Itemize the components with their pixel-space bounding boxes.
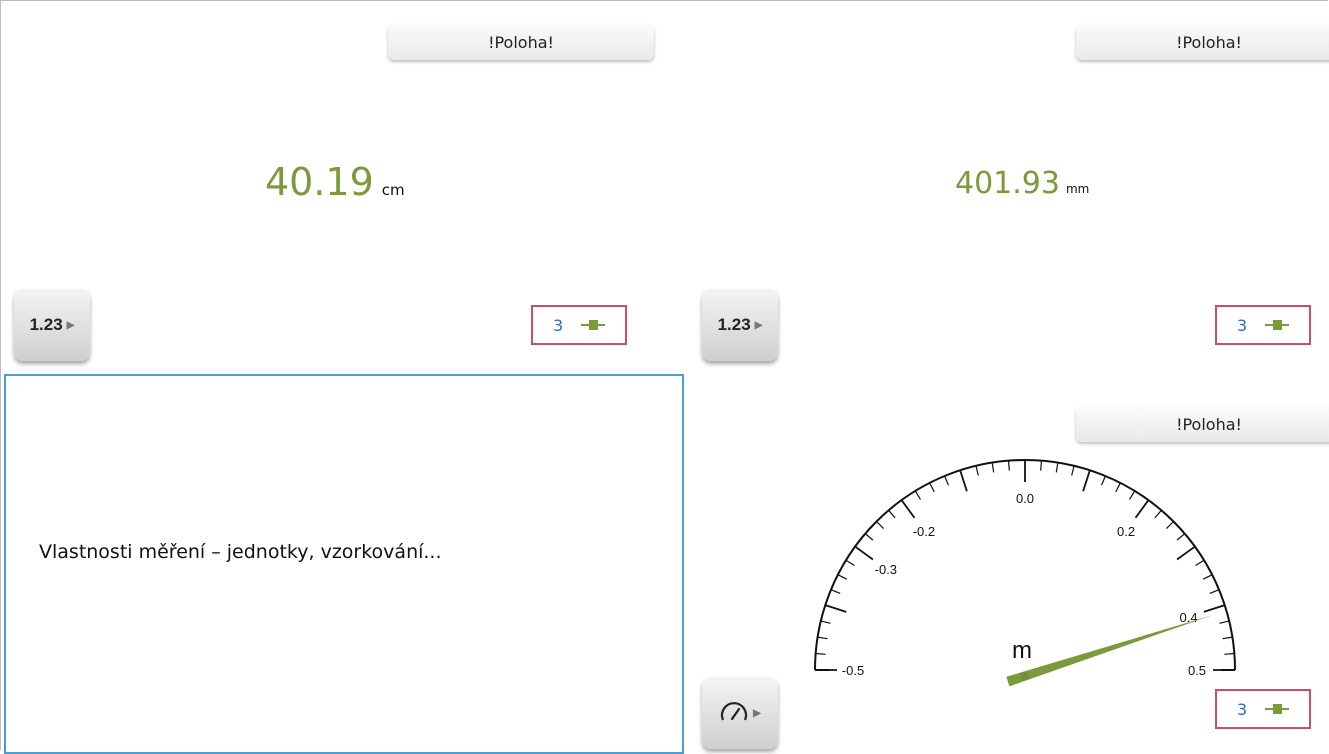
gauge-tick [830, 589, 841, 595]
panel2-value: 401.93 [955, 166, 1060, 201]
gauge-tick [1176, 533, 1186, 541]
triangle-right-icon: ▶ [66, 319, 75, 331]
analog-gauge: -0.5 -0.3 -0.2 0.0 0.2 0.4 0.5 m [814, 459, 1236, 687]
gauge-tick [845, 559, 855, 567]
gauge-tick [975, 465, 979, 476]
measurement-properties-panel[interactable]: Vlastnosti měření – jednotky, vzorkování… [4, 374, 684, 754]
gauge-needle [1006, 614, 1214, 687]
gauge-tick [914, 490, 922, 500]
panel2-unit: mm [1065, 182, 1090, 196]
gauge-hub [1021, 672, 1029, 680]
tick-label: 0.0 [1016, 491, 1034, 506]
gauge-title-button[interactable]: !Poloha! [1076, 406, 1329, 442]
gauge-tick [820, 620, 831, 624]
gauge-tick [929, 482, 935, 493]
panel1-unit: cm [381, 181, 405, 199]
gauge-tick [1202, 574, 1213, 580]
gauge-tick [854, 545, 874, 561]
gauge-tick [1040, 460, 1043, 471]
triangle-right-icon: ▶ [753, 707, 761, 719]
panel1-title-button[interactable]: !Poloha! [388, 24, 654, 60]
panel2-channel-number: 3 [1237, 315, 1248, 335]
panel2-mode-label: 1.23 [717, 315, 751, 334]
panel2-sensor-channel[interactable]: 3 [1215, 305, 1311, 345]
gauge-tick [1134, 499, 1150, 519]
gauge-tick [1128, 490, 1136, 500]
plug-icon [1265, 320, 1290, 330]
tick-label: -0.2 [913, 524, 935, 539]
panel1-channel-number: 3 [553, 315, 564, 335]
gauge-tick [1071, 465, 1075, 476]
triangle-right-icon: ▶ [754, 319, 763, 331]
gauge-tick [1176, 545, 1196, 561]
panel1-readout: 40.19 cm [265, 160, 405, 204]
gauge-tick [888, 509, 896, 519]
tick-label: 0.5 [1188, 663, 1206, 678]
plug-icon [581, 320, 606, 330]
gauge-unit: m [1012, 637, 1032, 664]
gauge-tick [1195, 559, 1205, 567]
gauge-tick [959, 470, 968, 492]
tick-label: -0.5 [842, 663, 864, 678]
tick-label: 0.2 [1117, 524, 1135, 539]
gauge-channel-number: 3 [1237, 699, 1248, 719]
gauge-display-mode-button[interactable]: ▶ [702, 677, 778, 749]
gauge-tick [1203, 604, 1225, 613]
speedometer-icon [719, 698, 749, 729]
gauge-tick [1055, 462, 1059, 473]
gauge-tick [837, 574, 848, 580]
gauge-tick [944, 475, 950, 486]
gauge-tick [817, 636, 828, 640]
gauge-tick [1115, 482, 1121, 493]
panel1-mode-label: 1.23 [29, 315, 63, 334]
panel2-title-button[interactable]: !Poloha! [1076, 24, 1329, 60]
gauge-tick [1154, 509, 1162, 519]
panel1-value: 40.19 [265, 160, 374, 204]
gauge-tick [1219, 620, 1230, 624]
panel1-sensor-channel[interactable]: 3 [531, 305, 627, 345]
gauge-tick [1165, 521, 1174, 530]
gauge-tick [1007, 460, 1010, 471]
gauge-tick [864, 533, 874, 541]
panel2-readout: 401.93 mm [955, 166, 1089, 201]
gauge-tick [991, 462, 995, 473]
gauge-tick [1100, 475, 1106, 486]
panel1-display-mode-button[interactable]: 1.23 ▶ [14, 289, 90, 361]
panel2-display-mode-button[interactable]: 1.23 ▶ [702, 289, 778, 361]
gauge-tick [815, 652, 826, 655]
measurement-properties-label: Vlastnosti měření – jednotky, vzorkování… [39, 541, 442, 563]
gauge-tick [825, 604, 847, 613]
gauge-tick [1222, 636, 1233, 640]
gauge-tick [1082, 470, 1091, 492]
gauge-tick [900, 499, 916, 519]
gauge-tick [876, 521, 885, 530]
gauge-tick [1209, 589, 1220, 595]
tick-label: -0.3 [875, 562, 897, 577]
gauge-tick [1224, 652, 1235, 655]
gauge-sensor-channel[interactable]: 3 [1215, 689, 1311, 729]
plug-icon [1265, 704, 1290, 714]
